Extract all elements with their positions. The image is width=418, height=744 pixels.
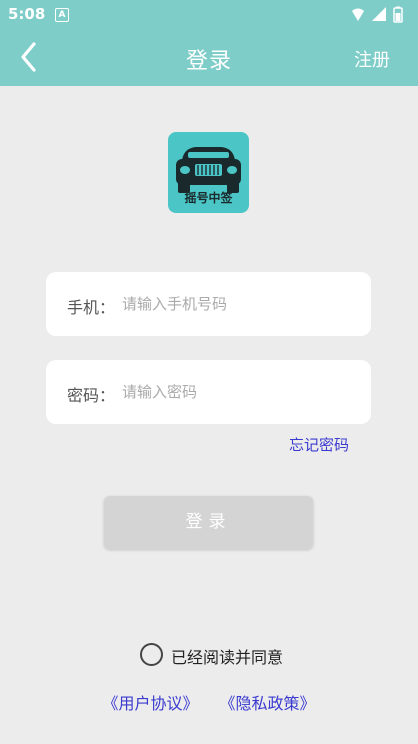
signal-icon (372, 7, 386, 21)
notification-icon: A (55, 8, 69, 22)
privacy-policy-link[interactable]: 《隐私政策》 (220, 694, 316, 713)
agreement-text: 已经阅读并同意 (171, 648, 284, 667)
app-header: 5:08 A 登录 注册 (0, 0, 418, 86)
password-input[interactable] (122, 378, 358, 406)
password-field: 密码： (46, 360, 371, 424)
policy-links: 《用户协议》 《隐私政策》 (0, 690, 418, 714)
register-button[interactable]: 注册 (354, 46, 390, 72)
login-button[interactable]: 登录 (104, 496, 313, 549)
logo-text: 摇号中签 (184, 191, 233, 205)
nav-bar: 登录 注册 (0, 28, 418, 86)
app-logo: 摇号中签 (168, 132, 249, 213)
phone-label: 手机： (67, 298, 116, 317)
status-time: 5:08 (8, 5, 46, 23)
wifi-icon (352, 8, 364, 21)
password-label: 密码： (67, 386, 116, 405)
status-bar: 5:08 A (0, 0, 418, 28)
status-icons (352, 6, 403, 23)
agree-radio[interactable] (140, 643, 163, 666)
phone-input[interactable] (122, 290, 358, 318)
phone-field: 手机： (46, 272, 371, 336)
user-agreement-link[interactable]: 《用户协议》 (102, 694, 198, 713)
forgot-password-link[interactable]: 忘记密码 (289, 434, 349, 455)
